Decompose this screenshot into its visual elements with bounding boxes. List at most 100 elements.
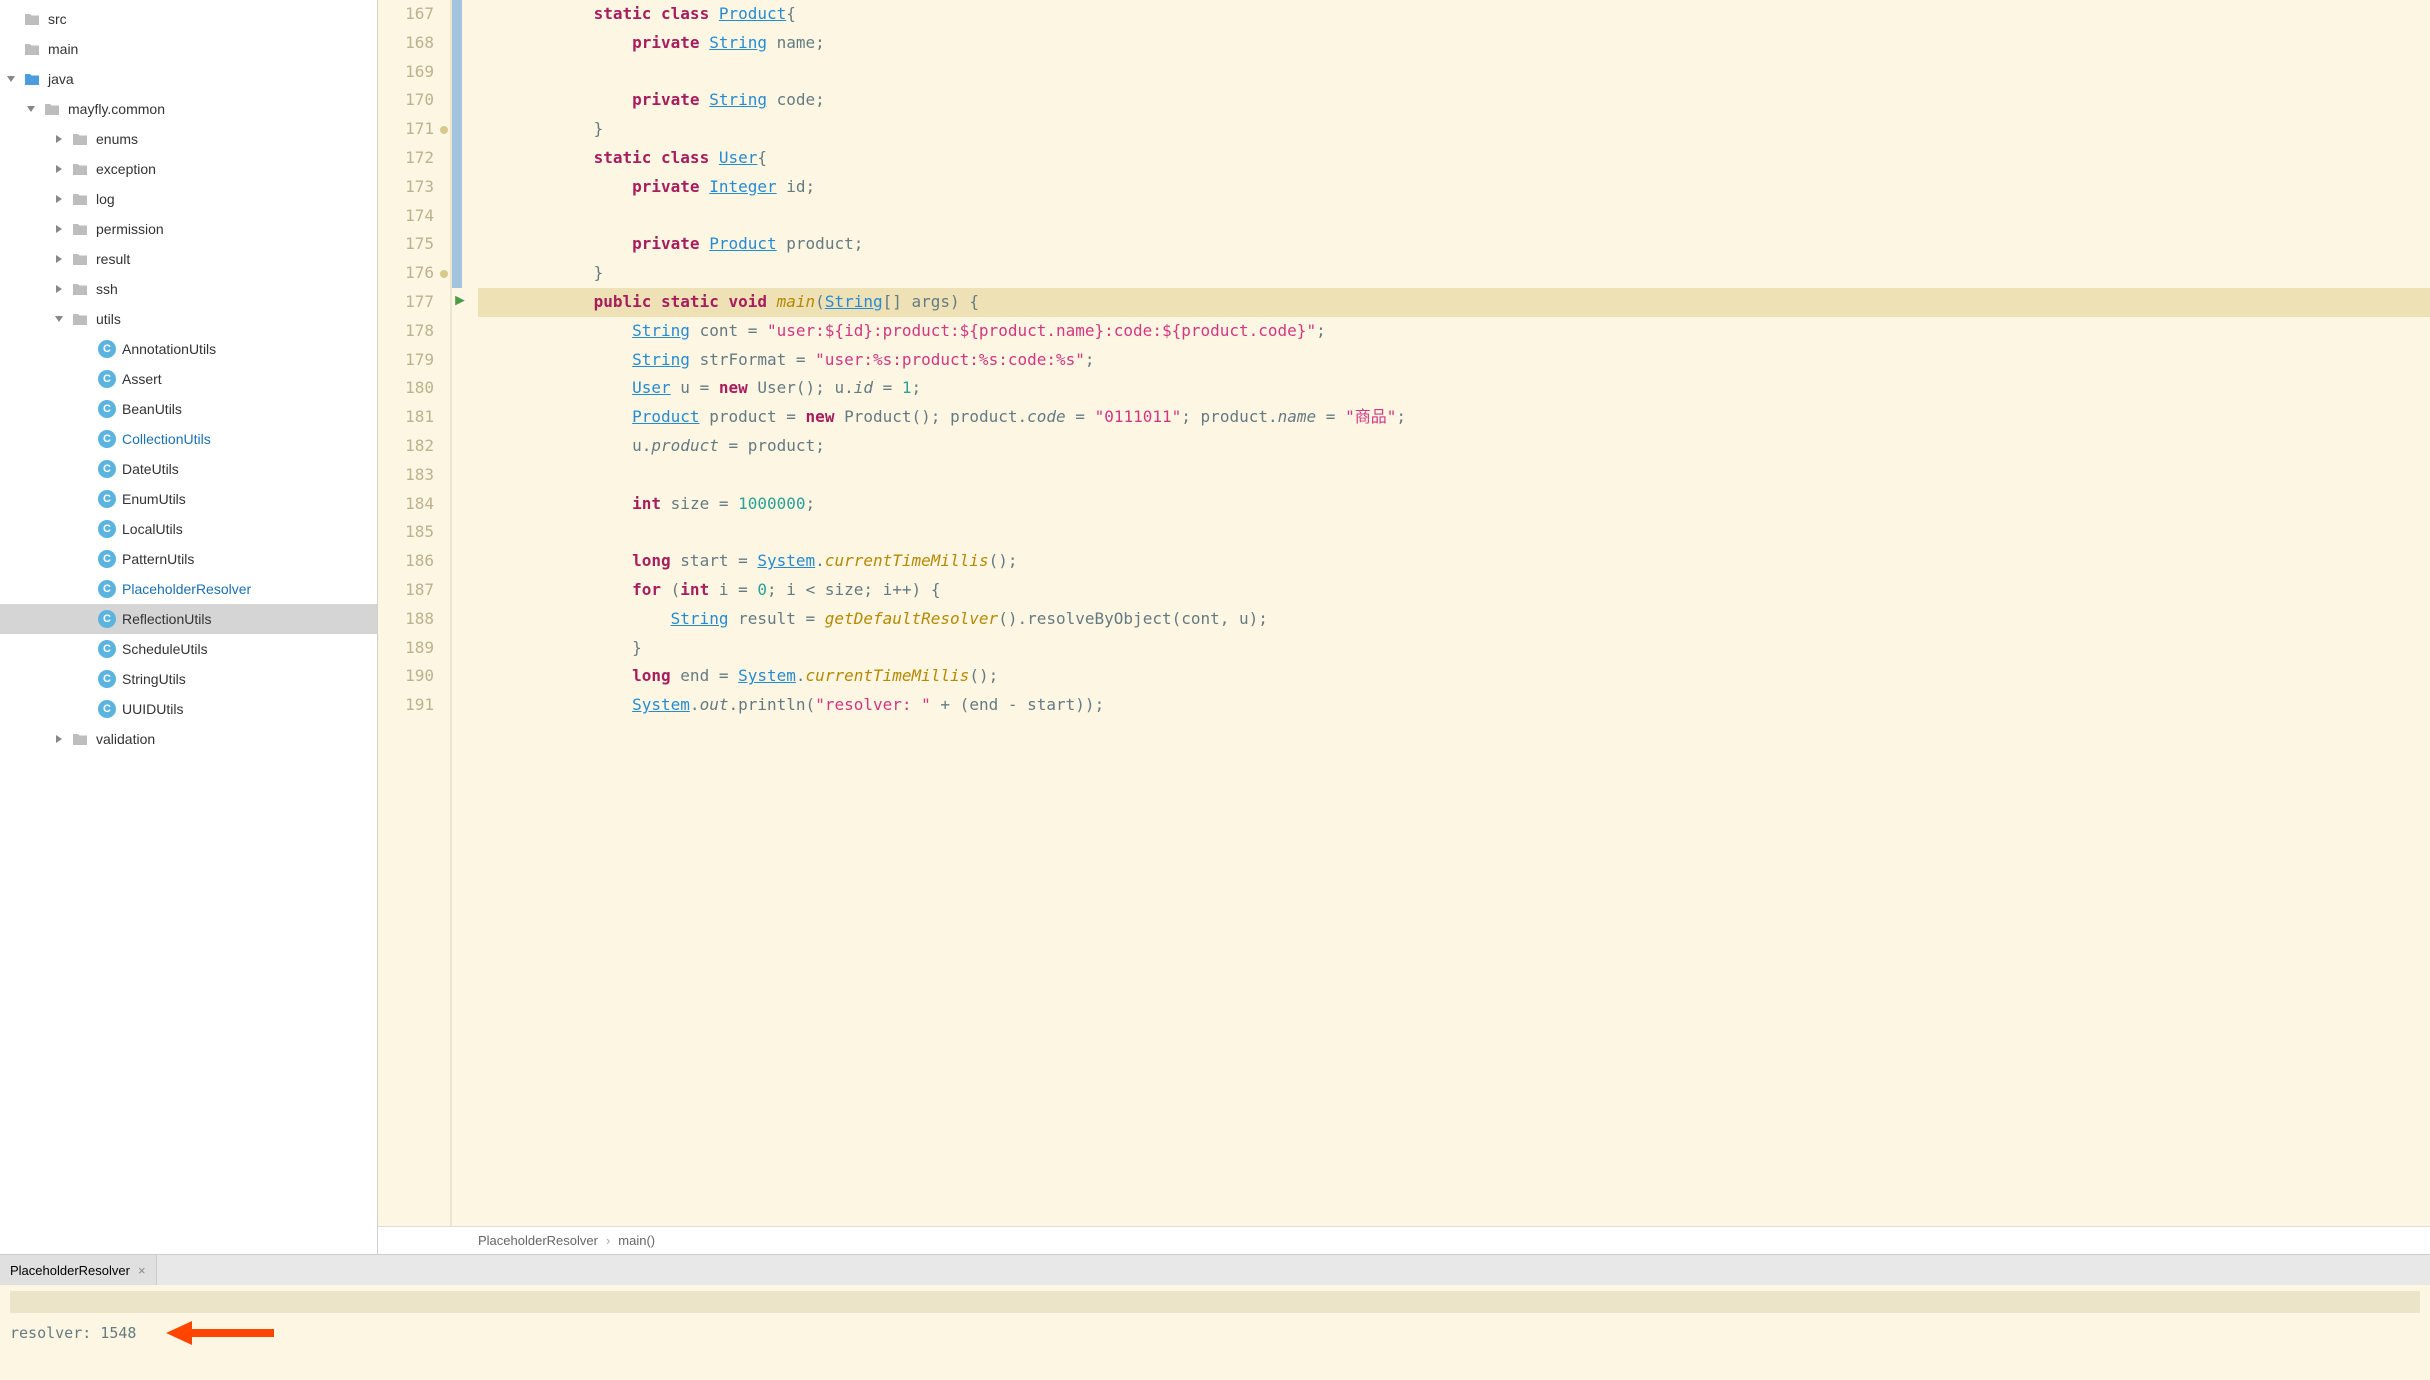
- tree-item-log[interactable]: log: [0, 184, 377, 214]
- tree-item-label: main: [48, 41, 78, 57]
- tree-item-placeholderresolver[interactable]: CPlaceholderResolver: [0, 574, 377, 604]
- tree-item-validation[interactable]: validation: [0, 724, 377, 754]
- tree-item-patternutils[interactable]: CPatternUtils: [0, 544, 377, 574]
- gutter-line[interactable]: 174: [378, 202, 450, 231]
- tree-item-scheduleutils[interactable]: CScheduleUtils: [0, 634, 377, 664]
- code-line[interactable]: static class Product{: [478, 0, 2430, 29]
- chevron-right-icon[interactable]: [52, 162, 66, 176]
- gutter-line[interactable]: 173: [378, 173, 450, 202]
- breadcrumb-item[interactable]: PlaceholderResolver: [478, 1233, 598, 1248]
- gutter-line[interactable]: 170: [378, 86, 450, 115]
- code-line[interactable]: [478, 461, 2430, 490]
- code-line[interactable]: [478, 518, 2430, 547]
- code-line[interactable]: long start = System.currentTimeMillis();: [478, 547, 2430, 576]
- code-line[interactable]: String result = getDefaultResolver().res…: [478, 605, 2430, 634]
- code-editor[interactable]: 1671681691701711721731741751761771781791…: [378, 0, 2430, 1254]
- tree-item-result[interactable]: result: [0, 244, 377, 274]
- code-text: for (int i = 0; i < size; i++) {: [478, 580, 940, 599]
- console-tab[interactable]: PlaceholderResolver ×: [0, 1255, 157, 1285]
- chevron-right-icon[interactable]: [52, 252, 66, 266]
- code-line[interactable]: User u = new User(); u.id = 1;: [478, 374, 2430, 403]
- breadcrumb-item[interactable]: main(): [618, 1233, 655, 1248]
- chevron-right-icon[interactable]: [52, 282, 66, 296]
- gutter-line[interactable]: 168: [378, 29, 450, 58]
- gutter-line[interactable]: 185: [378, 518, 450, 547]
- code-line[interactable]: private String code;: [478, 86, 2430, 115]
- code-line[interactable]: private String name;: [478, 29, 2430, 58]
- code-line[interactable]: String strFormat = "user:%s:product:%s:c…: [478, 346, 2430, 375]
- chevron-down-icon[interactable]: [4, 72, 18, 86]
- gutter-line[interactable]: 191: [378, 691, 450, 720]
- chevron-right-icon[interactable]: [52, 222, 66, 236]
- gutter-line[interactable]: 182: [378, 432, 450, 461]
- chevron-none-icon: [80, 522, 94, 536]
- gutter-line[interactable]: 180: [378, 374, 450, 403]
- code-line[interactable]: }: [478, 259, 2430, 288]
- code-content[interactable]: static class Product{ private String nam…: [470, 0, 2430, 1226]
- gutter-line[interactable]: 169: [378, 58, 450, 87]
- chevron-right-icon[interactable]: [52, 732, 66, 746]
- tree-item-annotationutils[interactable]: CAnnotationUtils: [0, 334, 377, 364]
- code-line[interactable]: int size = 1000000;: [478, 490, 2430, 519]
- gutter-line[interactable]: 171: [378, 115, 450, 144]
- gutter-line[interactable]: 186: [378, 547, 450, 576]
- code-line[interactable]: [478, 58, 2430, 87]
- tree-item-utils[interactable]: utils: [0, 304, 377, 334]
- tree-item-main[interactable]: main: [0, 34, 377, 64]
- gutter-line[interactable]: 179: [378, 346, 450, 375]
- code-line[interactable]: private Integer id;: [478, 173, 2430, 202]
- close-icon[interactable]: ×: [138, 1263, 146, 1278]
- gutter-line[interactable]: 176: [378, 259, 450, 288]
- code-line[interactable]: System.out.println("resolver: " + (end -…: [478, 691, 2430, 720]
- code-line[interactable]: u.product = product;: [478, 432, 2430, 461]
- tree-item-java[interactable]: java: [0, 64, 377, 94]
- gutter-line[interactable]: 172: [378, 144, 450, 173]
- tree-item-ssh[interactable]: ssh: [0, 274, 377, 304]
- gutter-line[interactable]: 178: [378, 317, 450, 346]
- chevron-down-icon[interactable]: [24, 102, 38, 116]
- code-line[interactable]: }: [478, 115, 2430, 144]
- code-line[interactable]: Product product = new Product(); product…: [478, 403, 2430, 432]
- code-line[interactable]: for (int i = 0; i < size; i++) {: [478, 576, 2430, 605]
- tree-item-dateutils[interactable]: CDateUtils: [0, 454, 377, 484]
- tree-item-src[interactable]: src: [0, 4, 377, 34]
- tree-item-collectionutils[interactable]: CCollectionUtils: [0, 424, 377, 454]
- code-line[interactable]: long end = System.currentTimeMillis();: [478, 662, 2430, 691]
- gutter-line[interactable]: 175: [378, 230, 450, 259]
- code-line[interactable]: private Product product;: [478, 230, 2430, 259]
- gutter-line[interactable]: 187: [378, 576, 450, 605]
- tree-item-exception[interactable]: exception: [0, 154, 377, 184]
- tree-item-assert[interactable]: CAssert: [0, 364, 377, 394]
- run-gutter-icon[interactable]: [454, 288, 466, 317]
- tree-item-reflectionutils[interactable]: CReflectionUtils: [0, 604, 377, 634]
- code-text: private Integer id;: [478, 177, 815, 196]
- class-icon: C: [98, 610, 116, 628]
- gutter-line[interactable]: 183: [378, 461, 450, 490]
- gutter-line[interactable]: 181: [378, 403, 450, 432]
- code-line[interactable]: static class User{: [478, 144, 2430, 173]
- tree-item-mayfly-common[interactable]: mayfly.common: [0, 94, 377, 124]
- tree-item-enums[interactable]: enums: [0, 124, 377, 154]
- chevron-right-icon[interactable]: [52, 132, 66, 146]
- gutter-line[interactable]: 188: [378, 605, 450, 634]
- chevron-right-icon[interactable]: [52, 192, 66, 206]
- gutter-line[interactable]: 189: [378, 634, 450, 663]
- chevron-down-icon[interactable]: [52, 312, 66, 326]
- project-tree[interactable]: src main javamayfly.commonenumsexceptionlo…: [0, 0, 378, 1254]
- gutter-line[interactable]: 167: [378, 0, 450, 29]
- tree-item-uuidutils[interactable]: CUUIDUtils: [0, 694, 377, 724]
- breadcrumb[interactable]: PlaceholderResolver › main(): [378, 1226, 2430, 1254]
- code-line[interactable]: }: [478, 634, 2430, 663]
- tree-item-beanutils[interactable]: CBeanUtils: [0, 394, 377, 424]
- gutter-line[interactable]: 184: [378, 490, 450, 519]
- code-line[interactable]: public static void main(String[] args) {: [478, 288, 2430, 317]
- gutter-line[interactable]: 177: [378, 288, 450, 317]
- tree-item-stringutils[interactable]: CStringUtils: [0, 664, 377, 694]
- gutter[interactable]: 1671681691701711721731741751761771781791…: [378, 0, 452, 1226]
- tree-item-permission[interactable]: permission: [0, 214, 377, 244]
- gutter-line[interactable]: 190: [378, 662, 450, 691]
- code-line[interactable]: [478, 202, 2430, 231]
- tree-item-enumutils[interactable]: CEnumUtils: [0, 484, 377, 514]
- code-line[interactable]: String cont = "user:${id}:product:${prod…: [478, 317, 2430, 346]
- tree-item-localutils[interactable]: CLocalUtils: [0, 514, 377, 544]
